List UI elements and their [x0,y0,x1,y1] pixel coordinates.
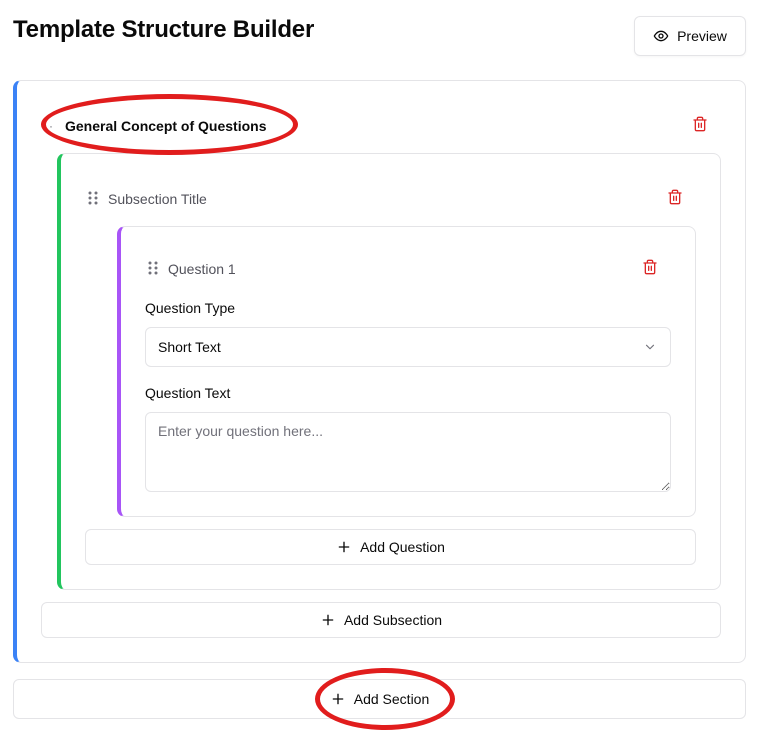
preview-label: Preview [677,28,727,44]
add-subsection-label: Add Subsection [343,612,443,628]
section-title[interactable]: General Concept of Questions [65,117,266,135]
add-subsection-button[interactable]: Add Subsection [41,602,721,638]
question-text-label: Question Text [145,385,231,401]
plus-icon [336,539,352,555]
add-section-label: Add Section [353,691,430,707]
trash-icon [642,259,658,275]
question-title[interactable]: Question 1 [168,260,236,278]
plus-icon [330,691,346,707]
preview-button[interactable]: Preview [634,16,746,56]
question-type-select[interactable]: Short Text [145,327,671,367]
trash-icon [667,189,683,205]
add-question-label: Add Question [360,539,445,555]
question-type-value: Short Text [158,339,221,355]
plus-icon [320,612,336,628]
section-bullet: · [49,119,53,133]
grip-vertical-icon[interactable] [147,260,159,276]
trash-icon [692,116,708,132]
add-section-button[interactable]: Add Section [13,679,746,719]
question-type-label: Question Type [145,300,236,316]
grip-vertical-icon[interactable] [87,190,99,206]
eye-icon [653,28,669,44]
delete-section-button[interactable] [692,116,708,135]
delete-question-button[interactable] [642,259,658,278]
chevron-down-icon [643,340,657,354]
delete-subsection-button[interactable] [667,189,683,208]
subsection-title[interactable]: Subsection Title [108,190,207,208]
add-question-button[interactable]: Add Question [85,529,696,565]
page-title: Template Structure Builder [13,16,315,43]
question-text-input[interactable] [145,412,671,492]
